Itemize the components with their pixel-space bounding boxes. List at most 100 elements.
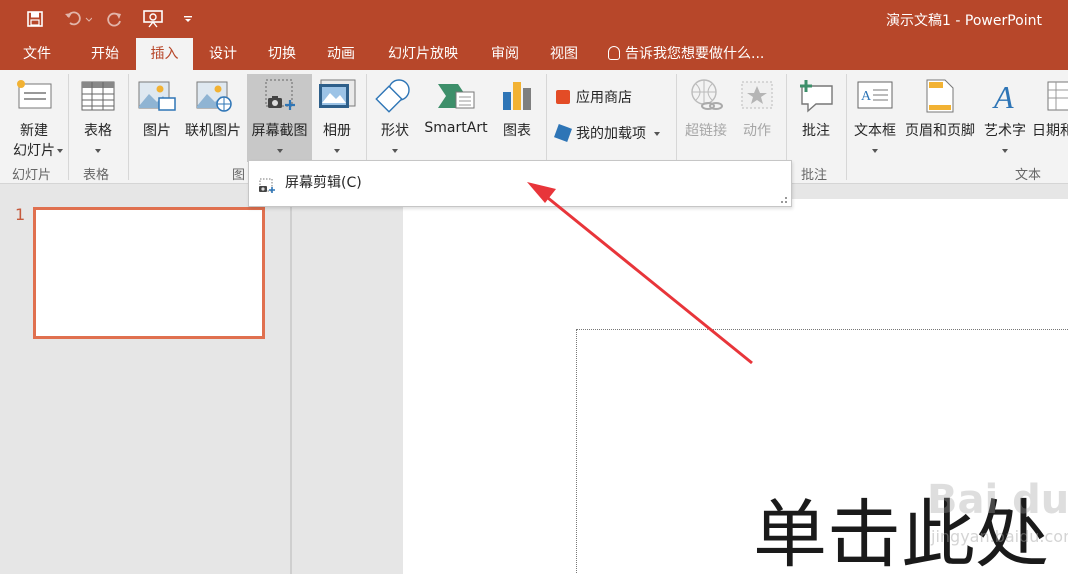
slide-canvas[interactable]: 单击此处 Bai du 经验 jingyan.baidu.com: [403, 199, 1068, 574]
svg-text:A: A: [992, 79, 1014, 114]
date-time-icon: [1046, 78, 1068, 118]
group-label-text: 文本: [1015, 168, 1042, 183]
tab-transitions[interactable]: 切换: [254, 38, 310, 70]
tab-animations[interactable]: 动画: [313, 38, 369, 70]
new-slide-icon: [15, 78, 53, 116]
window-title: 演示文稿1 - PowerPoint: [886, 13, 1042, 29]
shapes-label: 形状: [381, 123, 409, 139]
screenshot-label: 屏幕截图: [251, 123, 308, 139]
action-label: 动作: [743, 123, 771, 139]
tab-design[interactable]: 设计: [195, 38, 251, 70]
date-time-button[interactable]: 日期和: [1032, 74, 1068, 160]
resize-grip-icon[interactable]: [781, 197, 787, 203]
chevron-down-icon: [654, 132, 660, 136]
group-label-images: 图: [232, 168, 246, 183]
new-slide-button[interactable]: 新建 幻灯片: [4, 74, 64, 160]
picture-icon: [137, 78, 177, 118]
hyperlink-button[interactable]: 超链接: [680, 74, 732, 160]
online-picture-label: 联机图片: [185, 123, 241, 139]
table-label: 表格: [84, 123, 112, 139]
textbox-label: 文本框: [854, 123, 896, 139]
store-button[interactable]: 应用商店: [556, 86, 632, 110]
online-picture-button[interactable]: 联机图片: [181, 74, 245, 160]
textbox-icon: A: [856, 78, 894, 116]
my-addins-label: 我的加载项: [576, 126, 646, 142]
hyperlink-icon: [688, 78, 724, 118]
screen-clipping-menu-item[interactable]: 屏幕剪辑(C): [253, 169, 783, 197]
chart-button[interactable]: 图表: [494, 74, 540, 160]
screenshot-dropdown-menu: 屏幕剪辑(C): [248, 160, 792, 207]
new-slide-label-1: 新建: [20, 123, 48, 139]
lightbulb-icon: [608, 46, 620, 60]
chevron-down-icon: [392, 149, 398, 153]
new-slide-label-2: 幻灯片: [13, 143, 55, 159]
date-time-label: 日期和: [1032, 123, 1068, 139]
watermark-url: jingyan.baidu.com: [931, 527, 1068, 546]
header-footer-icon: [925, 78, 955, 118]
undo-icon[interactable]: [60, 6, 96, 32]
action-icon: [740, 78, 774, 116]
comment-button[interactable]: 批注: [790, 74, 842, 160]
start-from-beginning-icon[interactable]: [140, 6, 166, 32]
online-picture-icon: [193, 78, 233, 118]
table-icon: [80, 78, 116, 116]
smartart-icon: [436, 78, 476, 118]
wordart-button[interactable]: A 艺术字: [980, 74, 1030, 160]
table-button[interactable]: 表格: [72, 74, 124, 160]
slide-thumbnail[interactable]: [33, 207, 265, 339]
header-footer-button[interactable]: 页眉和页脚: [902, 74, 978, 160]
chevron-down-icon: [95, 149, 101, 153]
photo-album-label: 相册: [323, 123, 351, 139]
store-label: 应用商店: [576, 90, 632, 106]
chevron-down-icon: [872, 149, 878, 153]
group-divider: [68, 74, 69, 180]
comment-icon: [796, 78, 836, 118]
my-addins-button[interactable]: 我的加载项: [554, 122, 660, 146]
slide-number: 1: [15, 205, 26, 224]
tab-review[interactable]: 审阅: [478, 38, 532, 70]
tab-view[interactable]: 视图: [537, 38, 591, 70]
screenshot-button[interactable]: 屏幕截图: [247, 74, 312, 162]
slide-editor: 单击此处 Bai du 经验 jingyan.baidu.com: [292, 185, 1068, 574]
store-icon: [556, 90, 570, 104]
screenshot-icon: [260, 78, 300, 118]
ribbon-tab-bar: 文件 开始 插入 设计 切换 动画 幻灯片放映 审阅 视图 告诉我您想要做什么.…: [0, 38, 1068, 70]
title-bar: 演示文稿1 - PowerPoint: [0, 0, 1068, 38]
chart-label: 图表: [503, 123, 531, 139]
group-divider: [128, 74, 129, 180]
addins-icon: [554, 124, 572, 142]
photo-album-icon: [317, 78, 357, 116]
group-label-slides: 幻灯片: [12, 168, 52, 183]
tab-slideshow[interactable]: 幻灯片放映: [376, 38, 470, 70]
tab-home[interactable]: 开始: [76, 38, 134, 70]
save-icon[interactable]: [24, 6, 46, 32]
comment-label: 批注: [802, 123, 830, 139]
wordart-icon: A: [988, 78, 1022, 118]
watermark-logo: Bai du 经验: [927, 477, 1068, 523]
screen-clipping-label: 屏幕剪辑(C): [285, 175, 362, 191]
tab-file[interactable]: 文件: [8, 38, 66, 70]
redo-icon[interactable]: [104, 6, 126, 32]
chevron-down-icon: [1002, 149, 1008, 153]
shapes-icon: [375, 78, 415, 118]
tell-me-box[interactable]: 告诉我您想要做什么...: [608, 38, 764, 70]
chevron-down-icon: [57, 149, 63, 153]
header-footer-label: 页眉和页脚: [905, 123, 975, 139]
chart-icon: [499, 78, 535, 118]
customize-qat-icon[interactable]: [180, 6, 196, 32]
picture-button[interactable]: 图片: [134, 74, 180, 160]
wordart-label: 艺术字: [984, 123, 1026, 139]
svg-text:A: A: [861, 89, 872, 104]
hyperlink-label: 超链接: [685, 123, 727, 139]
tab-insert[interactable]: 插入: [136, 38, 193, 70]
photo-album-button[interactable]: 相册: [314, 74, 360, 160]
slide-thumbnail-pane: 1: [0, 185, 290, 574]
action-button[interactable]: 动作: [734, 74, 780, 160]
chevron-down-icon: [276, 149, 283, 153]
smartart-label: SmartArt: [424, 120, 488, 136]
shapes-button[interactable]: 形状: [372, 74, 418, 160]
smartart-button[interactable]: SmartArt: [420, 74, 492, 160]
textbox-button[interactable]: A 文本框: [850, 74, 900, 160]
tell-me-text: 告诉我您想要做什么...: [625, 46, 765, 62]
picture-label: 图片: [143, 123, 171, 139]
